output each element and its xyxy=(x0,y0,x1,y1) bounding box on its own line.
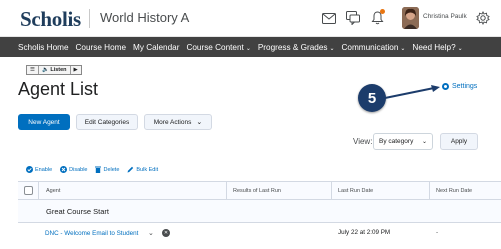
course-navbar: Scholis Home Course Home My Calendar Cou… xyxy=(0,37,501,57)
nav-my-calendar[interactable]: My Calendar xyxy=(133,43,179,52)
settings-link[interactable]: Settings xyxy=(442,83,477,90)
avatar[interactable] xyxy=(402,7,419,29)
site-header: Scholis World History A Christina Paulk xyxy=(0,0,501,37)
nav-course-home[interactable]: Course Home xyxy=(76,43,127,52)
disable-action[interactable]: Disable xyxy=(60,166,87,173)
nav-course-content[interactable]: Course Content ⌄ xyxy=(186,43,250,52)
column-header-last-run[interactable]: Last Run Date xyxy=(338,188,373,194)
action-label: Delete xyxy=(103,166,120,173)
nav-progress-grades[interactable]: Progress & Grades ⌄ xyxy=(258,43,335,52)
nav-scholis-home[interactable]: Scholis Home xyxy=(18,43,69,52)
check-circle-icon xyxy=(26,166,33,173)
column-header-agent[interactable]: Agent xyxy=(46,188,60,194)
notification-dot xyxy=(380,9,385,14)
pencil-icon xyxy=(127,166,134,173)
settings-label: Settings xyxy=(452,83,478,90)
page-title: Agent List xyxy=(18,79,99,99)
settings-gear-icon xyxy=(442,83,449,90)
close-icon[interactable]: ✕ xyxy=(162,229,170,237)
agent-table: Agent Results of Last Run Last Run Date … xyxy=(18,181,501,245)
course-title[interactable]: World History A xyxy=(100,10,189,25)
chevron-down-icon: ⌄ xyxy=(421,139,427,145)
view-select[interactable]: By category ⌄ xyxy=(373,133,433,150)
bell-icon[interactable] xyxy=(368,9,386,27)
trash-icon xyxy=(95,166,102,173)
play-icon[interactable]: ▶ xyxy=(71,66,81,74)
nav-need-help[interactable]: Need Help? ⌄ xyxy=(412,43,462,52)
user-name[interactable]: Christina Paulk xyxy=(423,13,467,20)
new-agent-button[interactable]: New Agent xyxy=(18,114,70,130)
chevron-down-icon: ⌄ xyxy=(400,45,406,52)
column-divider xyxy=(429,182,430,200)
table-header: Agent Results of Last Run Last Run Date … xyxy=(18,182,501,200)
view-selected-value: By category xyxy=(379,138,414,145)
enable-action[interactable]: Enable xyxy=(26,166,52,173)
last-run-date: July 22 at 2:09 PM xyxy=(338,229,391,236)
apply-button[interactable]: Apply xyxy=(440,133,478,150)
agent-name-link[interactable]: DNC - Welcome Email to Student xyxy=(45,230,138,237)
listen-button[interactable]: 🔈 Listen xyxy=(39,66,71,74)
listen-label: Listen xyxy=(50,67,67,73)
mail-icon[interactable] xyxy=(320,9,338,27)
category-group-row: Great Course Start xyxy=(18,200,501,223)
bulk-edit-action[interactable]: Bulk Edit xyxy=(127,166,158,173)
action-label: Disable xyxy=(69,166,88,173)
column-divider xyxy=(331,182,332,200)
nav-label: Scholis Home xyxy=(18,42,69,52)
chevron-down-icon: ⌄ xyxy=(457,45,463,52)
nav-label: Course Content xyxy=(186,42,244,52)
column-divider xyxy=(38,182,39,200)
scholis-logo[interactable]: Scholis xyxy=(20,7,81,32)
bulk-actions: Enable Disable Delete Bulk Edit xyxy=(26,166,166,173)
chevron-down-icon: ⌄ xyxy=(329,45,335,52)
next-run-date: - xyxy=(436,229,439,236)
edit-categories-button[interactable]: Edit Categories xyxy=(76,114,138,130)
listen-toolbar: ☰ 🔈 Listen ▶ xyxy=(26,65,82,75)
chevron-down-icon[interactable]: ⌄ xyxy=(148,229,154,237)
nav-label: Course Home xyxy=(75,42,127,52)
header-divider xyxy=(89,9,90,28)
nav-communication[interactable]: Communication ⌄ xyxy=(342,43,406,52)
nav-label: My Calendar xyxy=(133,42,180,52)
more-actions-button[interactable]: More Actions ⌄ xyxy=(144,114,212,130)
select-all-checkbox[interactable] xyxy=(24,186,33,195)
column-header-results[interactable]: Results of Last Run xyxy=(233,188,281,194)
view-label: View: xyxy=(353,137,373,146)
action-label: Bulk Edit xyxy=(136,166,159,173)
chevron-down-icon: ⌄ xyxy=(196,119,203,126)
delete-action[interactable]: Delete xyxy=(95,166,119,173)
column-divider xyxy=(226,182,227,200)
chat-icon[interactable] xyxy=(344,9,362,27)
nav-label: Need Help? xyxy=(412,42,456,52)
more-actions-label: More Actions xyxy=(153,118,192,126)
chevron-down-icon: ⌄ xyxy=(245,45,251,52)
table-row: DNC - Welcome Email to Student ⌄ ✕ July … xyxy=(18,223,501,245)
nav-label: Progress & Grades xyxy=(257,42,328,52)
action-label: Enable xyxy=(35,166,53,173)
disable-circle-icon xyxy=(60,166,68,173)
gear-icon[interactable] xyxy=(474,9,492,27)
nav-label: Communication xyxy=(341,42,399,52)
category-label: Great Course Start xyxy=(46,207,109,216)
annotation-arrow-icon xyxy=(384,85,440,99)
step-number-badge: 5 xyxy=(358,84,386,112)
column-header-next-run[interactable]: Next Run Date xyxy=(436,188,472,194)
menu-icon[interactable]: ☰ xyxy=(27,66,39,74)
